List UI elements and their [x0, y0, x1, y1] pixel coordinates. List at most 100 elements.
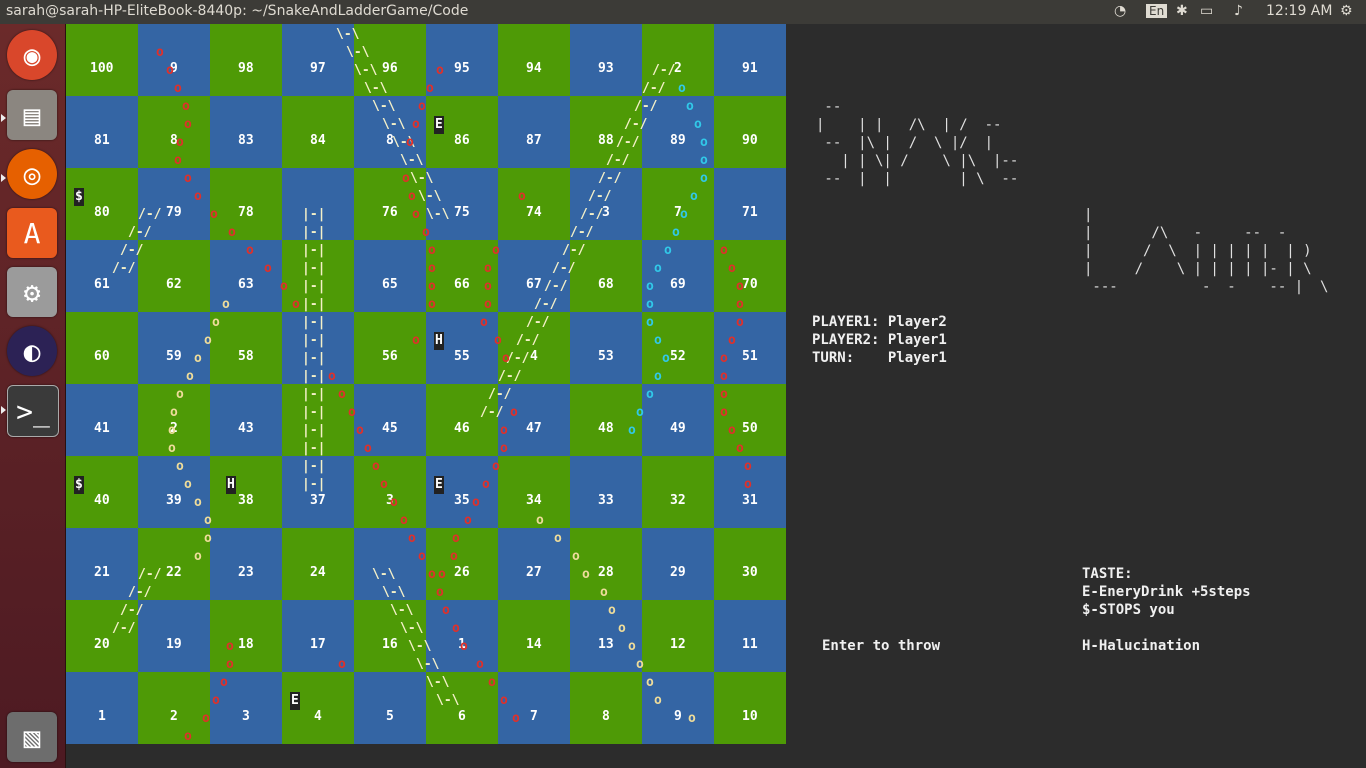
- wifi-icon[interactable]: ◔: [1114, 3, 1126, 19]
- board-cell-12: 12: [642, 600, 714, 672]
- snake-body-red: o: [510, 405, 518, 420]
- board-cell-18: 18: [210, 600, 282, 672]
- cell-number: 66: [453, 277, 471, 293]
- keyboard-layout-indicator[interactable]: En: [1146, 4, 1168, 18]
- snake-body-red: o: [184, 117, 192, 132]
- cell-number: 78: [237, 205, 255, 221]
- board-cell-8: 8: [570, 672, 642, 744]
- snake-body-cyan: o: [680, 207, 688, 222]
- terminal-window[interactable]: 100 9 98 97 96 95 94 93 2 91 81 8 83 84 8 86 87 88 89 90 80 7…: [66, 24, 1366, 768]
- board-cell-30: 30: [714, 528, 786, 600]
- snake-body-red: o: [452, 621, 460, 636]
- snake-body-red: o: [412, 117, 420, 132]
- snake-body-red: o: [228, 225, 236, 240]
- clock[interactable]: 12:19 AM: [1266, 3, 1332, 19]
- snake-body-cyan: o: [664, 243, 672, 258]
- snake-body-red: o: [472, 495, 480, 510]
- snake-body-yellow: o: [536, 513, 544, 528]
- cell-number: 4: [529, 349, 539, 365]
- snake-body-yellow: o: [646, 675, 654, 690]
- snake-body-cyan: o: [690, 189, 698, 204]
- cell-number: 39: [165, 493, 183, 509]
- legend-title: TASTE:: [1082, 566, 1133, 582]
- eclipse-icon[interactable]: ◐: [7, 326, 57, 376]
- board-cell-32: 32: [642, 456, 714, 528]
- snake-body-yellow: o: [608, 603, 616, 618]
- cell-number: 62: [165, 277, 183, 293]
- ladder-segment: |-|: [302, 405, 326, 420]
- bonus-token: E: [434, 116, 444, 134]
- snake-body-yellow: o: [628, 639, 636, 654]
- snake-body-red: o: [428, 261, 436, 276]
- board-cell-24: 24: [282, 528, 354, 600]
- snake-body-red: o: [226, 657, 234, 672]
- window-title: sarah@sarah-HP-EliteBook-8440p: ~/SnakeA…: [6, 3, 469, 19]
- snake-body-red: o: [428, 567, 436, 582]
- cell-number: 1: [97, 709, 107, 725]
- cell-number: 79: [165, 205, 183, 221]
- snake-body-red: o: [406, 135, 414, 150]
- board-cell-2: 2: [138, 672, 210, 744]
- snake-body-yellow: o: [600, 585, 608, 600]
- cell-number: 49: [669, 421, 687, 437]
- snake-body-red: o: [348, 405, 356, 420]
- firefox-icon[interactable]: ◎: [7, 149, 57, 199]
- cell-number: 81: [93, 133, 111, 149]
- ladder-segment: |-|: [302, 279, 326, 294]
- cell-number: 53: [597, 349, 615, 365]
- bluetooth-icon[interactable]: ✱: [1176, 3, 1188, 19]
- snake-body-red: o: [418, 99, 426, 114]
- snake-body-red: o: [246, 243, 254, 258]
- ladder-segment: |-|: [302, 387, 326, 402]
- snake-body-yellow: o: [554, 531, 562, 546]
- cell-number: 95: [453, 61, 471, 77]
- system-menu-gear-icon[interactable]: ⚙: [1340, 3, 1353, 19]
- snake-body-yellow: o: [186, 369, 194, 384]
- cell-number: 20: [93, 637, 111, 653]
- snake-body-red: o: [220, 675, 228, 690]
- volume-icon[interactable]: ♪: [1234, 3, 1243, 19]
- ladder-segment: |-|: [302, 297, 326, 312]
- cell-number: 13: [597, 637, 615, 653]
- trash-icon[interactable]: ▧: [7, 712, 57, 762]
- running-indicator: [1, 114, 6, 122]
- ubuntu-logo-icon[interactable]: ◉: [7, 30, 57, 80]
- snake-body-red: o: [428, 297, 436, 312]
- snake-body-cyan: o: [654, 261, 662, 276]
- snake-body-cyan: o: [694, 117, 702, 132]
- cell-number: 35: [453, 493, 471, 509]
- snake-body-cyan: o: [646, 387, 654, 402]
- board-cell-19: 19: [138, 600, 210, 672]
- throw-prompt: Enter to throw: [822, 638, 941, 654]
- cell-number: 71: [741, 205, 759, 221]
- ladder-segment: /-/: [634, 99, 658, 114]
- cell-number: 10: [741, 709, 759, 725]
- unity-launcher: ◉ ▤ ◎ A ⚙ ◐ >_ ▧: [0, 24, 66, 768]
- ladder-segment: |-|: [302, 351, 326, 366]
- snake-body-yellow: o: [184, 477, 192, 492]
- settings-icon[interactable]: ⚙: [7, 267, 57, 317]
- ladder-segment: /-/: [562, 243, 586, 258]
- terminal-icon[interactable]: >_: [7, 385, 59, 437]
- snake-body-red: o: [484, 297, 492, 312]
- snake-body-red: o: [720, 243, 728, 258]
- cell-number: 6: [457, 709, 467, 725]
- board-cell-48: 48: [570, 384, 642, 456]
- snake-body-red: o: [720, 387, 728, 402]
- ladder-segment: /-/: [112, 261, 136, 276]
- battery-icon[interactable]: ▭: [1200, 3, 1213, 19]
- cell-number: 50: [741, 421, 759, 437]
- snake-body-red: o: [338, 387, 346, 402]
- snake-body-cyan: o: [678, 81, 686, 96]
- cell-number: 3: [241, 709, 251, 725]
- running-indicator: [1, 406, 6, 414]
- board-cell-94: 94: [498, 24, 570, 96]
- cell-number: 33: [597, 493, 615, 509]
- software-center-icon[interactable]: A: [7, 208, 57, 258]
- snake-body-yellow: o: [618, 621, 626, 636]
- snake-body-red: o: [210, 207, 218, 222]
- snake-body-red: o: [364, 441, 372, 456]
- files-icon[interactable]: ▤: [7, 90, 57, 140]
- snake-body-red: o: [720, 405, 728, 420]
- cell-number: 4: [313, 709, 323, 725]
